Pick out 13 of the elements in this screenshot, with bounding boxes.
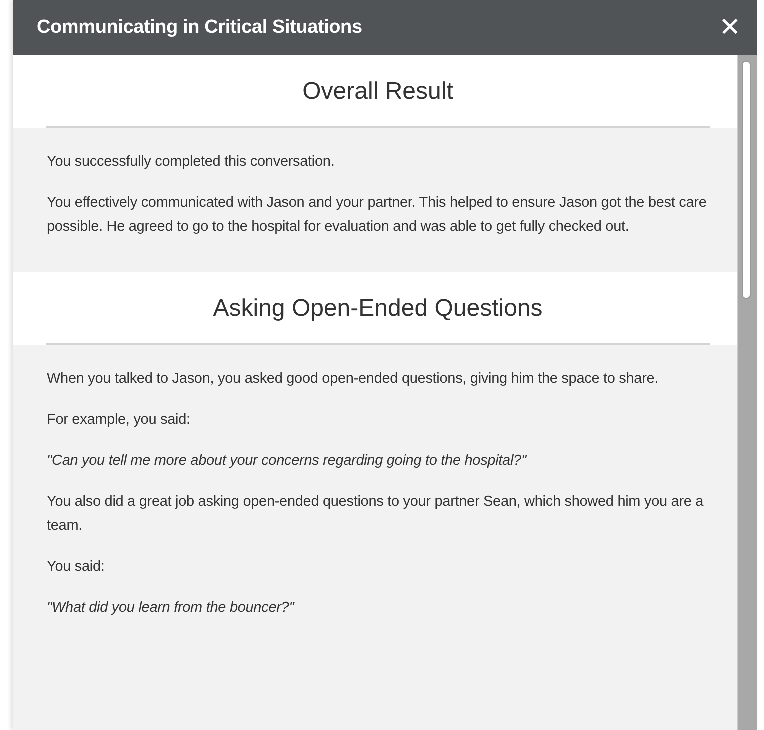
section-heading: Asking Open-Ended Questions [46,272,710,345]
paragraph: You effectively communicated with Jason and your partner. This helped to ensure Jason got the best care possible. He agreed to go to the hospital for evaluation and was able to get fully checked out. [47,194,708,237]
close-button[interactable]: ✕ [715,12,745,42]
window-title: Communicating in Critical Situations [37,16,362,38]
scrollbar[interactable] [737,55,757,730]
paragraph: You also did a great job asking open-ended questions to your partner Sean, which showed him you are a team. [47,493,705,536]
quote-text: "What did you learn from the bouncer?" [47,599,296,618]
paragraph: For example, you said: [47,411,192,430]
paragraph: You said: [47,558,106,577]
section-heading: Overall Result [46,55,710,128]
paragraph: You successfully completed this conversation. [47,153,336,172]
quote-text: "Can you tell me more about your concerns regarding going to the hospital?" [47,452,528,471]
paragraph: When you talked to Jason, you asked good open-ended questions, giving him the space to share. [47,370,660,389]
